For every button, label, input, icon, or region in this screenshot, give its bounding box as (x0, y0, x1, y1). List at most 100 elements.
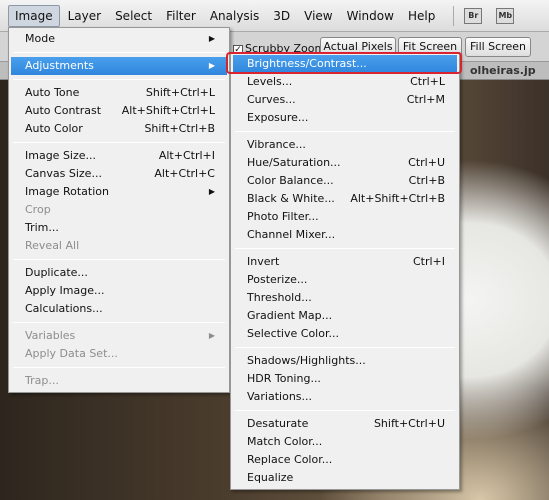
fill-screen-button[interactable]: Fill Screen (465, 37, 531, 57)
menu-separator (13, 142, 225, 143)
menu-item-color-balance[interactable]: Color Balance... Ctrl+B (233, 172, 457, 190)
menu-image[interactable]: Image (8, 4, 60, 27)
menu-item-label: Trim... (25, 221, 59, 234)
menu-item-mode[interactable]: Mode ▶ (11, 30, 227, 48)
menu-3d[interactable]: 3D (267, 6, 296, 26)
shortcut: Shift+Ctrl+B (144, 122, 215, 135)
menu-item-image-size[interactable]: Image Size... Alt+Ctrl+I (11, 147, 227, 165)
menu-window[interactable]: Window (341, 6, 400, 26)
shortcut: Ctrl+B (408, 174, 445, 187)
menu-item-label: Threshold... (247, 291, 312, 304)
menu-item-label: Canvas Size... (25, 167, 102, 180)
menu-item-label: Replace Color... (247, 453, 333, 466)
menu-item-exposure[interactable]: Exposure... (233, 109, 457, 127)
image-menu: Mode ▶ Adjustments ▶ Auto Tone Shift+Ctrl+L Au… (8, 27, 230, 393)
menu-item-label: Apply Data Set... (25, 347, 118, 360)
menu-item-label: Auto Color (25, 122, 83, 135)
menu-item-vibrance[interactable]: Vibrance... (233, 136, 457, 154)
menu-item-desaturate[interactable]: Desaturate Shift+Ctrl+U (233, 415, 457, 433)
menu-item-levels[interactable]: Levels... Ctrl+L (233, 73, 457, 91)
menu-item-apply-image[interactable]: Apply Image... (11, 282, 227, 300)
menu-item-label: HDR Toning... (247, 372, 321, 385)
menu-item-auto-contrast[interactable]: Auto Contrast Alt+Shift+Ctrl+L (11, 102, 227, 120)
menu-item-label: Apply Image... (25, 284, 105, 297)
shortcut: Alt+Shift+Ctrl+L (121, 104, 215, 117)
menu-item-label: Selective Color... (247, 327, 339, 340)
shortcut: Ctrl+M (406, 93, 445, 106)
menu-item-duplicate[interactable]: Duplicate... (11, 264, 227, 282)
shortcut: Ctrl+L (410, 75, 445, 88)
document-tab[interactable]: olheiras.jp (470, 64, 536, 77)
adjustments-submenu: Brightness/Contrast... Levels... Ctrl+L Cur… (230, 52, 460, 490)
menu-item-equalize[interactable]: Equalize (233, 469, 457, 487)
menu-item-hdr-toning[interactable]: HDR Toning... (233, 370, 457, 388)
submenu-arrow-icon: ▶ (208, 187, 215, 196)
menu-item-canvas-size[interactable]: Canvas Size... Alt+Ctrl+C (11, 165, 227, 183)
menu-layer[interactable]: Layer (62, 6, 107, 26)
menu-item-trim[interactable]: Trim... (11, 219, 227, 237)
menu-item-label: Shadows/Highlights... (247, 354, 366, 367)
menu-item-channel-mixer[interactable]: Channel Mixer... (233, 226, 457, 244)
menu-item-label: Reveal All (25, 239, 80, 252)
menu-separator (13, 367, 225, 368)
submenu-arrow-icon: ▶ (208, 34, 215, 43)
menu-item-variations[interactable]: Variations... (233, 388, 457, 406)
menu-item-label: Image Size... (25, 149, 97, 162)
menu-item-label: Levels... (247, 75, 293, 88)
shortcut: Alt+Ctrl+I (158, 149, 215, 162)
menu-separator (13, 52, 225, 53)
menu-item-crop[interactable]: Crop (11, 201, 227, 219)
menu-item-selective-color[interactable]: Selective Color... (233, 325, 457, 343)
menu-separator (235, 248, 455, 249)
menu-item-label: Auto Tone (25, 86, 80, 99)
menu-item-label: Posterize... (247, 273, 308, 286)
menu-item-auto-tone[interactable]: Auto Tone Shift+Ctrl+L (11, 84, 227, 102)
menu-item-label: Black & White... (247, 192, 335, 205)
br-icon[interactable]: Br (464, 7, 483, 24)
menu-item-label: Hue/Saturation... (247, 156, 341, 169)
menu-item-calculations[interactable]: Calculations... (11, 300, 227, 318)
mb-icon[interactable]: Mb (496, 7, 515, 24)
menu-item-photo-filter[interactable]: Photo Filter... (233, 208, 457, 226)
menu-item-image-rotation[interactable]: Image Rotation ▶ (11, 183, 227, 201)
menu-separator (235, 410, 455, 411)
menu-item-shadows-highlights[interactable]: Shadows/Highlights... (233, 352, 457, 370)
menu-item-label: Variations... (247, 390, 313, 403)
menu-item-match-color[interactable]: Match Color... (233, 433, 457, 451)
menu-item-threshold[interactable]: Threshold... (233, 289, 457, 307)
shortcut: Ctrl+U (408, 156, 445, 169)
menu-item-label: Match Color... (247, 435, 323, 448)
menu-item-label: Vibrance... (247, 138, 306, 151)
menu-item-label: Calculations... (25, 302, 103, 315)
menu-help[interactable]: Help (402, 6, 441, 26)
menu-item-curves[interactable]: Curves... Ctrl+M (233, 91, 457, 109)
menu-item-apply-data-set[interactable]: Apply Data Set... (11, 345, 227, 363)
menu-item-label: Mode (25, 32, 55, 45)
menu-item-label: Color Balance... (247, 174, 334, 187)
menu-item-posterize[interactable]: Posterize... (233, 271, 457, 289)
menu-item-label: Exposure... (247, 111, 309, 124)
submenu-arrow-icon: ▶ (208, 331, 215, 340)
menu-item-black-white[interactable]: Black & White... Alt+Shift+Ctrl+B (233, 190, 457, 208)
menu-item-variables[interactable]: Variables ▶ (11, 327, 227, 345)
menu-item-hue-saturation[interactable]: Hue/Saturation... Ctrl+U (233, 154, 457, 172)
menu-item-trap[interactable]: Trap... (11, 372, 227, 390)
callout-highlight (226, 52, 462, 74)
menu-item-reveal-all[interactable]: Reveal All (11, 237, 227, 255)
menu-item-label: Desaturate (247, 417, 309, 430)
menu-item-label: Photo Filter... (247, 210, 319, 223)
menu-separator (13, 259, 225, 260)
menu-analysis[interactable]: Analysis (204, 6, 265, 26)
menu-item-adjustments[interactable]: Adjustments ▶ (11, 57, 227, 75)
shortcut: Shift+Ctrl+U (373, 417, 445, 430)
menu-view[interactable]: View (298, 6, 338, 26)
menu-item-auto-color[interactable]: Auto Color Shift+Ctrl+B (11, 120, 227, 138)
shortcut: Shift+Ctrl+L (145, 86, 215, 99)
menu-select[interactable]: Select (109, 6, 158, 26)
menu-item-invert[interactable]: Invert Ctrl+I (233, 253, 457, 271)
menu-item-gradient-map[interactable]: Gradient Map... (233, 307, 457, 325)
shortcut: Ctrl+I (412, 255, 445, 268)
menu-item-replace-color[interactable]: Replace Color... (233, 451, 457, 469)
submenu-arrow-icon: ▶ (208, 61, 215, 70)
menu-filter[interactable]: Filter (160, 6, 202, 26)
